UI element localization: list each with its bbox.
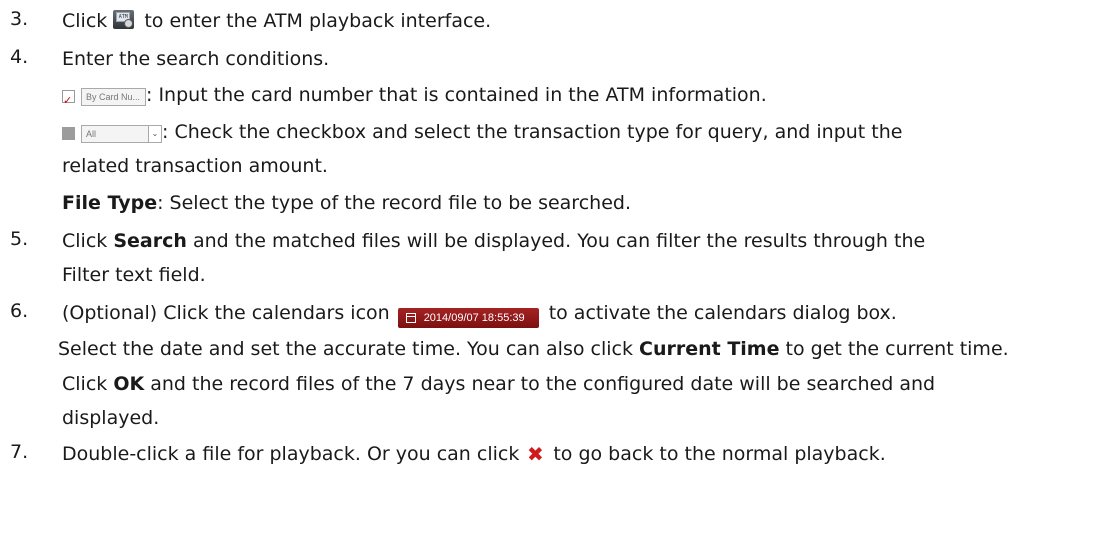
calendar-date-button[interactable]: 2014/09/07 18:55:39 <box>397 308 539 328</box>
step-3-pre: Click <box>62 10 108 32</box>
card-number-input[interactable]: By Card Nu... <box>81 87 146 106</box>
step-3-text: Click ATM to enter the ATM playback inter… <box>62 8 491 34</box>
step-number: 6. <box>10 300 29 322</box>
chevron-down-icon: ⌄ <box>148 125 161 142</box>
step-6-line3: Click OK and the record files of the 7 d… <box>62 373 936 395</box>
step-number: 7. <box>10 441 29 463</box>
amount-row: All ⌄ : Check the checkbox and select the… <box>62 119 1110 145</box>
step-4-text: Enter the search conditions. <box>62 48 330 70</box>
amount-desc-2: related transaction amount. <box>62 155 328 177</box>
transaction-type-select[interactable]: All ⌄ <box>81 124 162 143</box>
file-type-row: File Type: Select the type of the record… <box>62 190 631 216</box>
calendar-icon <box>405 313 416 323</box>
step-6-line1: (Optional) Click the calendars icon 2014/… <box>62 300 897 328</box>
current-time-label: Current Time <box>639 338 780 360</box>
file-type-desc: : Select the type of the record file to … <box>157 192 631 214</box>
step-number: 5. <box>10 228 29 250</box>
close-icon[interactable]: ✖ <box>525 441 545 467</box>
step-3-post: to enter the ATM playback interface. <box>144 10 492 32</box>
card-number-control: By Card Nu... <box>62 87 146 114</box>
amount-desc-1: : Check the checkbox and select the tran… <box>162 121 903 143</box>
step-7-text: Double-click a file for playback. Or you… <box>62 441 886 467</box>
document-page: 3. Click ATM to enter the ATM playback in… <box>0 0 1118 537</box>
file-type-label: File Type <box>62 192 158 214</box>
search-label: Search <box>113 230 187 252</box>
atm-playback-icon: ATM <box>113 10 135 29</box>
step-5-line2: Filter text field. <box>62 264 206 286</box>
step-6-line2: Select the date and set the accurate tim… <box>58 338 1009 360</box>
step-6-line4: displayed. <box>62 407 160 429</box>
step-5-line1: Click Search and the matched files will … <box>62 230 926 252</box>
card-checkbox[interactable] <box>62 88 75 114</box>
card-number-row: By Card Nu... : Input the card number th… <box>62 82 767 114</box>
amount-checkbox[interactable] <box>62 127 75 140</box>
card-number-desc: : Input the card number that is containe… <box>146 84 767 106</box>
amount-control: All ⌄ <box>62 124 162 143</box>
ok-label: OK <box>113 373 145 395</box>
step-number: 3. <box>10 8 29 30</box>
step-number: 4. <box>10 46 29 68</box>
